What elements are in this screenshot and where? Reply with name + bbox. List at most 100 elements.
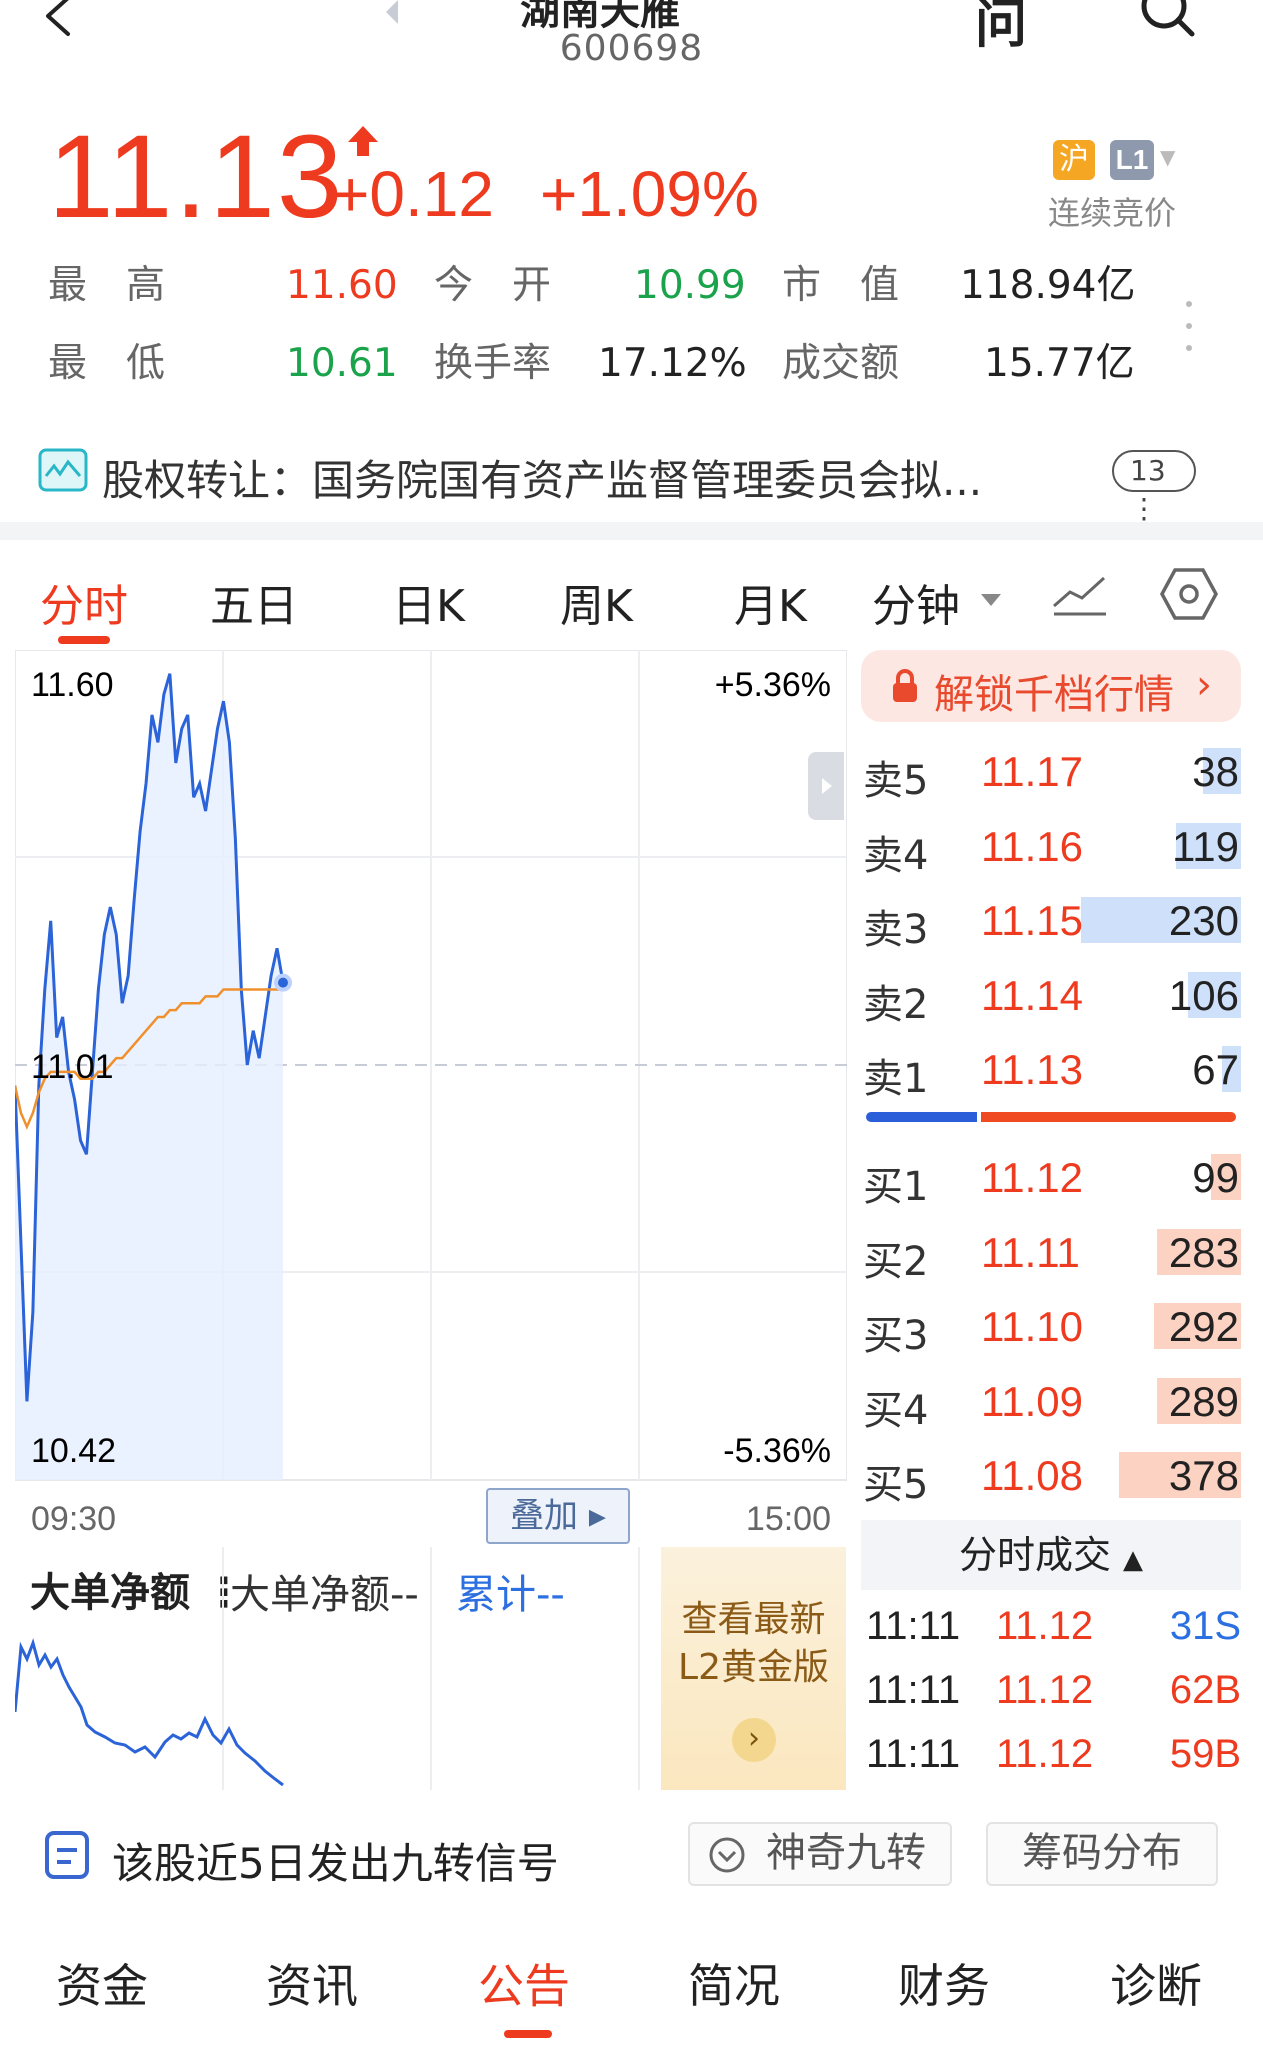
tab-underline — [504, 2030, 552, 2038]
tab-minute[interactable]: 分钟 — [872, 570, 960, 634]
stat-high: 11.60 — [286, 263, 398, 308]
intraday-chart[interactable]: 11.60 11.01 10.42 +5.36% -5.36% 09:30 15… — [15, 650, 847, 1545]
caret-up-icon: ▲ — [1123, 1545, 1144, 1575]
section-divider — [0, 522, 1263, 540]
news-count: 13 — [1130, 454, 1166, 487]
last-price-dot — [274, 973, 292, 992]
up-arrow-icon — [348, 126, 378, 156]
chevron-down-icon[interactable] — [981, 594, 1001, 606]
prev-stock-icon[interactable] — [386, 0, 398, 24]
news-count-badge[interactable]: 13 ⋮ — [1112, 450, 1196, 525]
y-axis-mid-label: 11.01 — [31, 1048, 114, 1086]
time-end-label: 15:00 — [746, 1500, 831, 1538]
order-vol: 230 — [1168, 897, 1239, 944]
order-price: 11.12 — [981, 1154, 1083, 1201]
stat-label-open: 今 开 — [434, 263, 552, 308]
check-circle-icon — [709, 1837, 745, 1873]
order-price: 11.14 — [981, 971, 1083, 1019]
signal-text[interactable]: 该股近5日发出九转信号 — [112, 1830, 559, 1891]
stat-turnover: 17.12% — [598, 341, 747, 386]
tab-news[interactable]: 资讯 — [266, 1950, 358, 2016]
tab-monthly-k[interactable]: 月K — [734, 570, 807, 634]
order-vol: 378 — [1168, 1452, 1239, 1499]
price-change-pct: +1.09% — [540, 158, 759, 230]
ticks-header-label: 分时成交 — [958, 1533, 1111, 1577]
order-side: 卖1 — [863, 1056, 929, 1102]
more-dots-icon[interactable] — [1186, 295, 1196, 367]
tick-price: 11.12 — [996, 1732, 1094, 1776]
tick-price: 11.12 — [996, 1668, 1094, 1712]
chevron-right-icon: › — [1196, 662, 1212, 708]
order-vol: 119 — [1172, 822, 1239, 870]
price-change: +0.12 — [332, 158, 494, 230]
news-headline[interactable]: 股权转让：国务院国有资产监督管理委员会拟... — [102, 447, 982, 508]
order-price: 11.10 — [981, 1303, 1083, 1350]
ask-row[interactable]: 卖1 11.13 67 — [861, 1038, 1241, 1102]
stat-mcap: 118.94亿 — [960, 263, 1136, 308]
magic-nine-label: 神奇九转 — [766, 1830, 926, 1876]
order-side: 买4 — [863, 1387, 929, 1434]
ask-row[interactable]: 卖4 11.16 119 — [861, 815, 1241, 879]
search-icon[interactable] — [1138, 0, 1198, 42]
tick-time: 11:11 — [866, 1732, 961, 1776]
stat-amount: 15.77亿 — [984, 341, 1135, 386]
tick-volume: 62B — [1169, 1668, 1241, 1712]
trade-state: 连续竞价 — [1048, 194, 1177, 232]
bid-row[interactable]: 买1 11.12 99 — [861, 1146, 1241, 1210]
level-tag[interactable]: L1 — [1110, 140, 1154, 180]
tab-underline — [58, 636, 110, 644]
bid-row[interactable]: 买3 11.10 292 — [861, 1295, 1241, 1359]
lock-icon — [893, 669, 917, 702]
tab-finance[interactable]: 财务 — [898, 1950, 990, 2016]
tab-profile[interactable]: 简况 — [688, 1950, 780, 2016]
news-icon — [38, 448, 88, 492]
indicator-icon[interactable] — [1050, 568, 1110, 618]
order-price: 11.15 — [981, 897, 1083, 944]
tab-announcements[interactable]: 公告 — [478, 1950, 570, 2016]
order-vol: 289 — [1168, 1377, 1239, 1425]
tick-time: 11:11 — [866, 1668, 961, 1712]
chevron-down-icon[interactable]: ▼ — [1160, 145, 1175, 169]
pct-axis-top-label: +5.36% — [715, 666, 831, 704]
order-vol: 292 — [1168, 1303, 1239, 1350]
bid-row[interactable]: 买2 11.11 283 — [861, 1221, 1241, 1285]
pct-axis-bottom-label: -5.36% — [723, 1432, 831, 1470]
tab-five-day[interactable]: 五日 — [210, 570, 298, 634]
ask-row[interactable]: 卖3 11.15 230 — [861, 889, 1241, 953]
order-vol: 283 — [1168, 1228, 1239, 1276]
unlock-depth-label: 解锁千档行情 — [934, 672, 1174, 718]
chevron-right-icon[interactable]: › — [732, 1718, 776, 1762]
tab-intraday[interactable]: 分时 — [40, 570, 128, 634]
expand-panel-button[interactable] — [808, 752, 844, 820]
market-tag: 沪 — [1053, 140, 1095, 180]
tab-funds[interactable]: 资金 — [56, 1950, 148, 2016]
ask-row[interactable]: 卖2 11.14 106 — [861, 964, 1241, 1028]
order-price: 11.16 — [981, 822, 1083, 870]
bid-row[interactable]: 买4 11.09 289 — [861, 1370, 1241, 1434]
time-start-label: 09:30 — [31, 1500, 116, 1538]
chevron-right-icon — [822, 778, 832, 794]
stat-label-turnover: 换手率 — [434, 341, 552, 386]
order-vol: 67 — [1192, 1046, 1239, 1093]
chip-distribution-button[interactable]: 筹码分布 — [986, 1822, 1218, 1886]
ask-row[interactable]: 卖5 11.17 38 — [861, 740, 1241, 804]
order-price: 11.08 — [981, 1452, 1083, 1499]
stat-label-amount: 成交额 — [782, 341, 900, 386]
order-side: 买1 — [863, 1164, 929, 1210]
order-side: 卖2 — [863, 981, 929, 1028]
order-price: 11.09 — [981, 1377, 1083, 1425]
document-icon — [45, 1831, 89, 1879]
ask-button[interactable]: 问 — [975, 0, 1027, 57]
tab-diagnosis[interactable]: 诊断 — [1110, 1950, 1202, 2016]
order-side: 卖3 — [863, 907, 929, 953]
bid-row[interactable]: 买5 11.08 378 — [861, 1444, 1241, 1508]
overlay-button[interactable]: 叠加 ▸ — [486, 1488, 630, 1544]
order-side: 买2 — [863, 1238, 929, 1285]
y-axis-bottom-label: 10.42 — [31, 1432, 116, 1470]
order-vol: 38 — [1192, 748, 1239, 795]
ticks-header[interactable]: 分时成交 ▲ — [861, 1520, 1241, 1590]
l2-promo-text: 查看最新L2黄金版 — [678, 1599, 829, 1688]
tab-weekly-k[interactable]: 周K — [560, 570, 633, 634]
tab-daily-k[interactable]: 日K — [392, 570, 465, 634]
settings-icon[interactable] — [1160, 566, 1218, 622]
